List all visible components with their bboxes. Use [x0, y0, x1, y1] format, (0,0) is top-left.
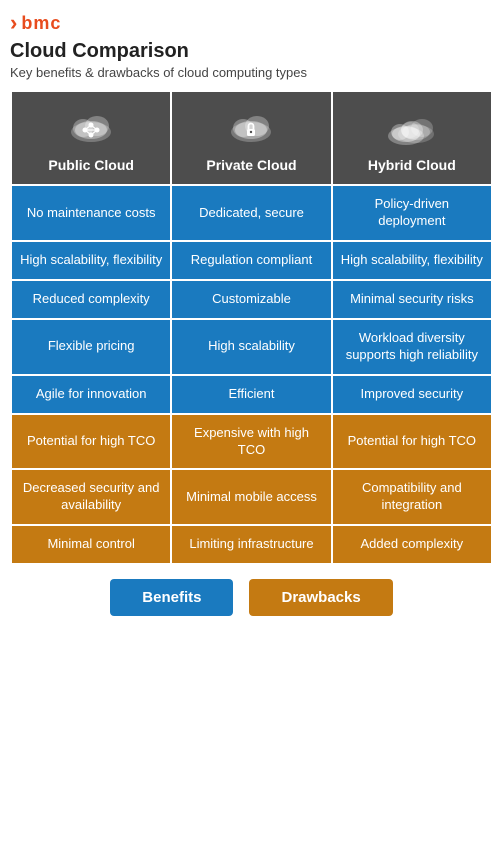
cloud-icon-0 [20, 106, 162, 150]
table-row-2: Reduced complexityCustomizableMinimal se… [11, 280, 492, 319]
table-row-6: Decreased security and availabilityMinim… [11, 469, 492, 525]
cloud-icon-2 [341, 106, 483, 150]
cell-0-0: No maintenance costs [11, 185, 171, 241]
table-row-4: Agile for innovationEfficientImproved se… [11, 375, 492, 414]
table-row-5: Potential for high TCOExpensive with hig… [11, 414, 492, 470]
cell-6-1: Minimal mobile access [171, 469, 331, 525]
drawbacks-button[interactable]: Drawbacks [249, 579, 392, 616]
cell-1-1: Regulation compliant [171, 241, 331, 280]
cell-4-2: Improved security [332, 375, 492, 414]
benefits-button[interactable]: Benefits [110, 579, 233, 616]
table-row-7: Minimal controlLimiting infrastructureAd… [11, 525, 492, 564]
cell-7-2: Added complexity [332, 525, 492, 564]
cell-4-0: Agile for innovation [11, 375, 171, 414]
cell-7-0: Minimal control [11, 525, 171, 564]
cell-7-1: Limiting infrastructure [171, 525, 331, 564]
column-header-0: Public Cloud [48, 157, 134, 173]
cell-2-0: Reduced complexity [11, 280, 171, 319]
cell-0-1: Dedicated, secure [171, 185, 331, 241]
page-wrapper: › bmc Cloud Comparison Key benefits & dr… [0, 0, 503, 632]
column-header-2: Hybrid Cloud [368, 157, 456, 173]
header: › bmc Cloud Comparison Key benefits & dr… [10, 12, 493, 80]
table-row-1: High scalability, flexibilityRegulation … [11, 241, 492, 280]
cloud-icon-1 [180, 106, 322, 150]
cell-5-2: Potential for high TCO [332, 414, 492, 470]
cell-5-1: Expensive with high TCO [171, 414, 331, 470]
cell-3-0: Flexible pricing [11, 319, 171, 375]
header-cell-1: Private Cloud [171, 91, 331, 185]
cell-3-1: High scalability [171, 319, 331, 375]
cell-2-2: Minimal security risks [332, 280, 492, 319]
cell-6-2: Compatibility and integration [332, 469, 492, 525]
cell-6-0: Decreased security and availability [11, 469, 171, 525]
cell-0-2: Policy-driven deployment [332, 185, 492, 241]
cell-1-0: High scalability, flexibility [11, 241, 171, 280]
cell-5-0: Potential for high TCO [11, 414, 171, 470]
table-row-3: Flexible pricingHigh scalabilityWorkload… [11, 319, 492, 375]
header-cell-2: Hybrid Cloud [332, 91, 492, 185]
page-subtitle: Key benefits & drawbacks of cloud comput… [10, 65, 493, 80]
cell-4-1: Efficient [171, 375, 331, 414]
cell-1-2: High scalability, flexibility [332, 241, 492, 280]
table-row-0: No maintenance costsDedicated, securePol… [11, 185, 492, 241]
bmc-logo-text: bmc [21, 13, 61, 34]
cell-3-2: Workload diversity supports high reliabi… [332, 319, 492, 375]
comparison-table: Public Cloud Private Cloud Hybrid Cloud N… [10, 90, 493, 565]
column-header-1: Private Cloud [206, 157, 296, 173]
page-title: Cloud Comparison [10, 40, 493, 63]
legend-row: Benefits Drawbacks [10, 579, 493, 616]
bmc-logo-icon: › [10, 12, 17, 34]
bmc-logo: › bmc [10, 12, 493, 34]
cell-2-1: Customizable [171, 280, 331, 319]
header-cell-0: Public Cloud [11, 91, 171, 185]
